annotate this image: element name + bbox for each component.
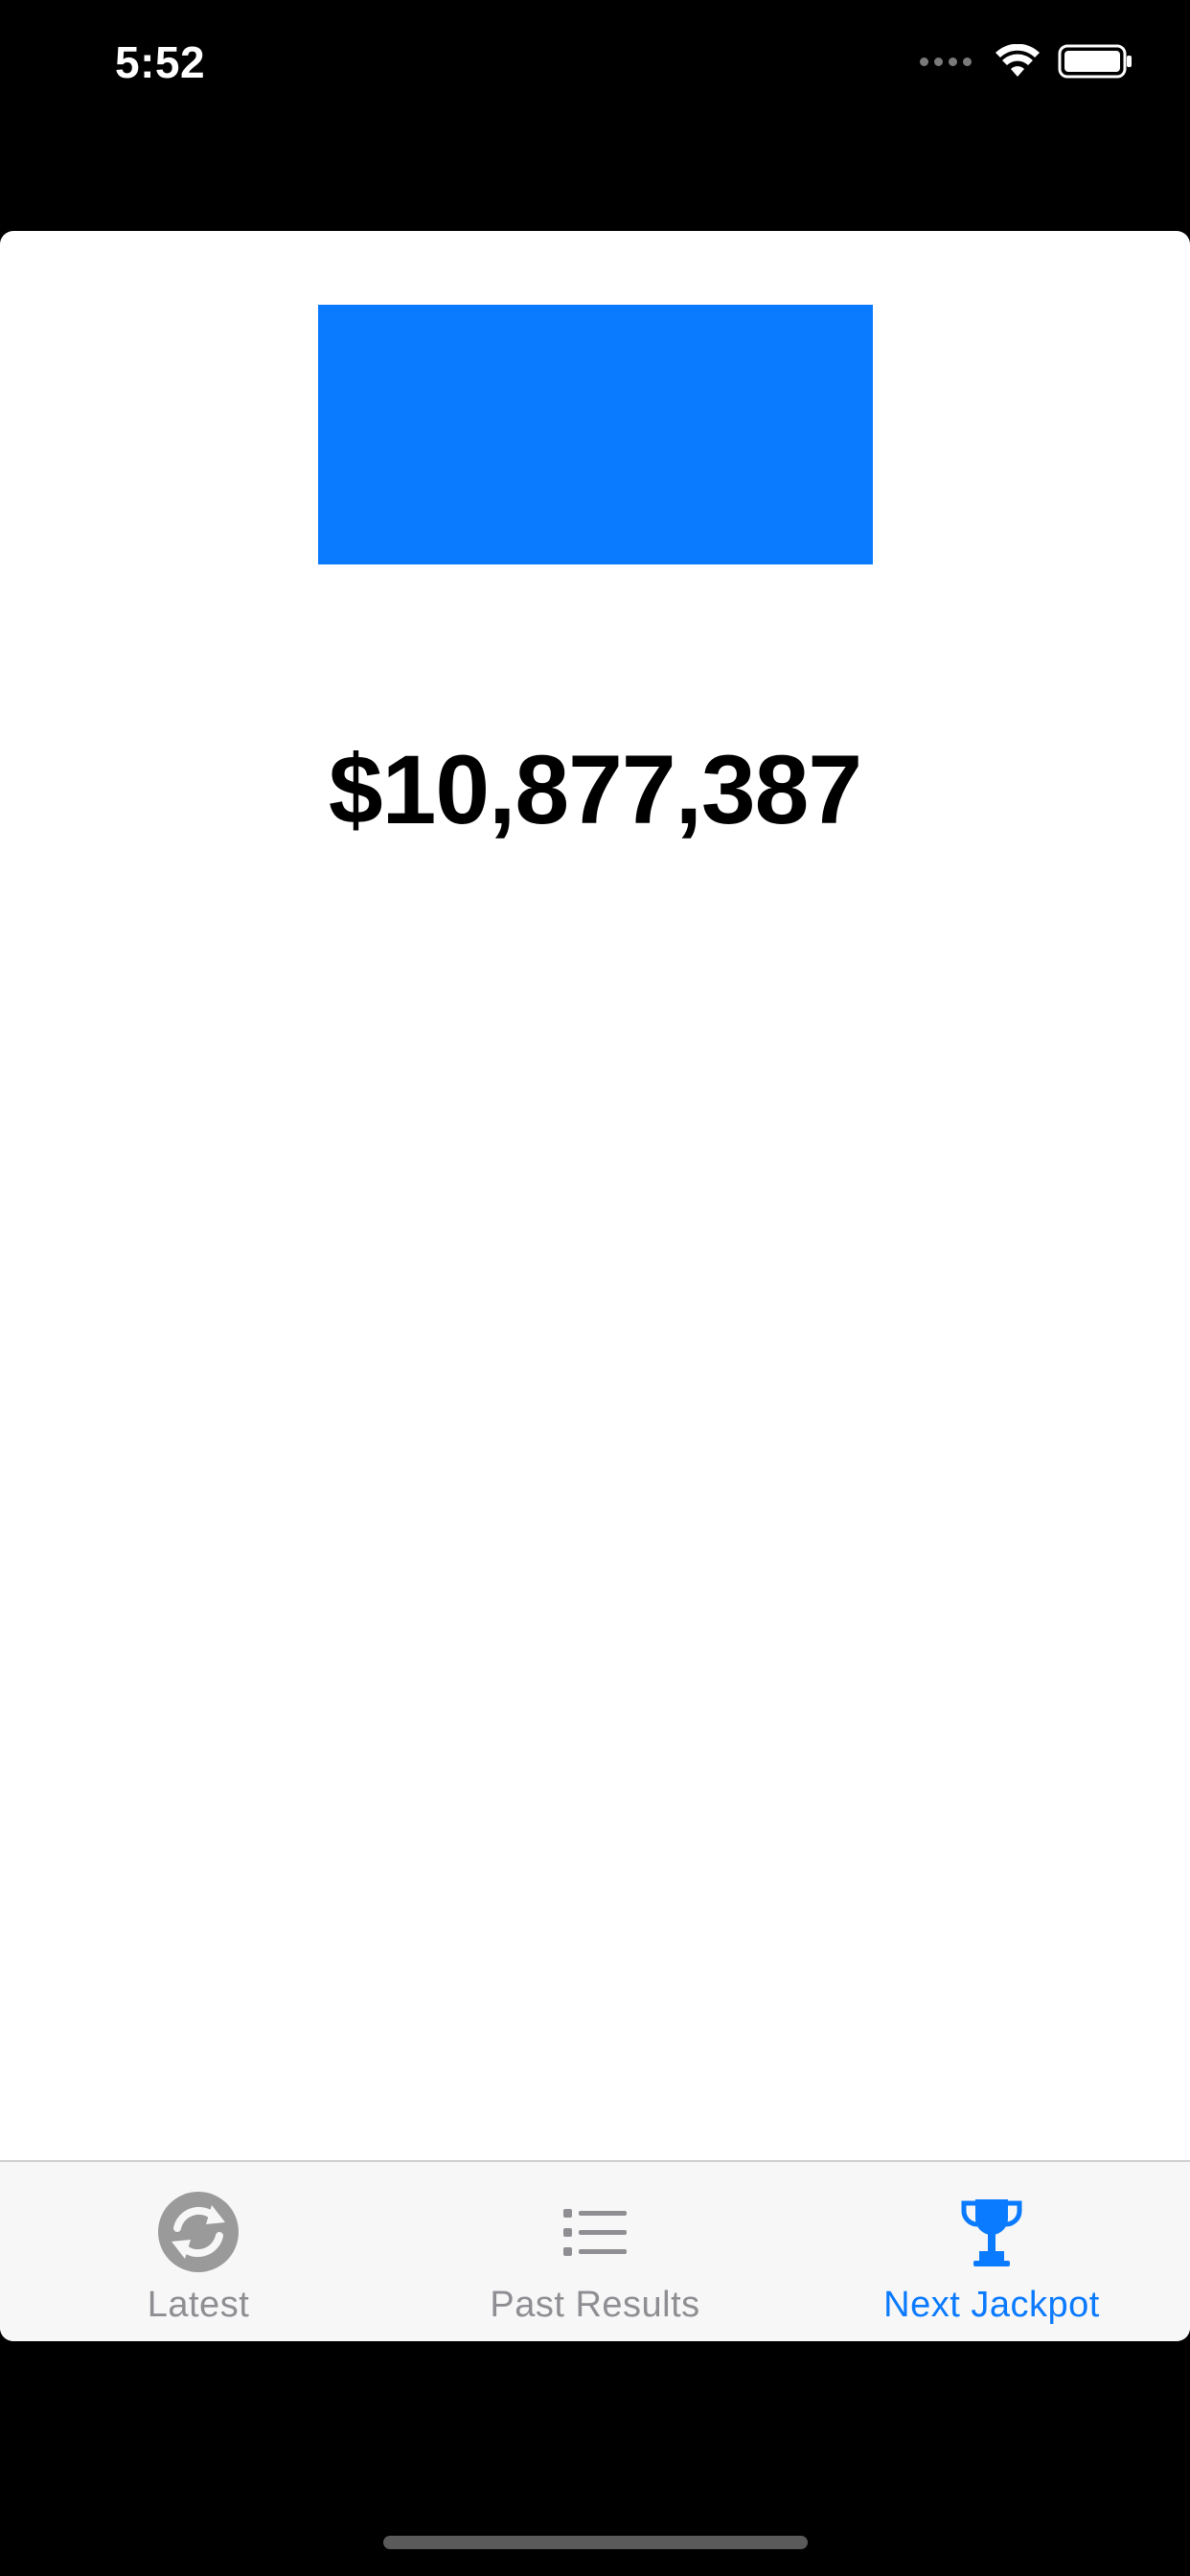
refresh-icon xyxy=(155,2189,241,2275)
tab-label-next-jackpot: Next Jackpot xyxy=(883,2285,1100,2325)
home-indicator[interactable] xyxy=(383,2536,808,2549)
signal-icon xyxy=(920,57,972,66)
jackpot-amount: $10,877,387 xyxy=(328,735,862,844)
content-sheet: $10,877,387 Latest Past Results Next Jac… xyxy=(0,231,1190,2341)
tab-bar: Latest Past Results Next Jackpot xyxy=(0,2160,1190,2341)
tab-next-jackpot[interactable]: Next Jackpot xyxy=(793,2162,1190,2341)
tab-label-past-results: Past Results xyxy=(490,2285,700,2325)
trophy-icon xyxy=(949,2189,1035,2275)
status-indicators xyxy=(920,44,1133,79)
ad-banner[interactable] xyxy=(318,305,873,564)
tab-label-latest: Latest xyxy=(147,2285,250,2325)
list-icon xyxy=(552,2189,638,2275)
battery-icon xyxy=(1058,44,1132,79)
status-time: 5:52 xyxy=(115,37,206,87)
tab-past-results[interactable]: Past Results xyxy=(397,2162,793,2341)
status-bar: 5:52 xyxy=(0,0,1190,134)
wifi-icon xyxy=(995,44,1040,77)
tab-latest[interactable]: Latest xyxy=(0,2162,397,2341)
